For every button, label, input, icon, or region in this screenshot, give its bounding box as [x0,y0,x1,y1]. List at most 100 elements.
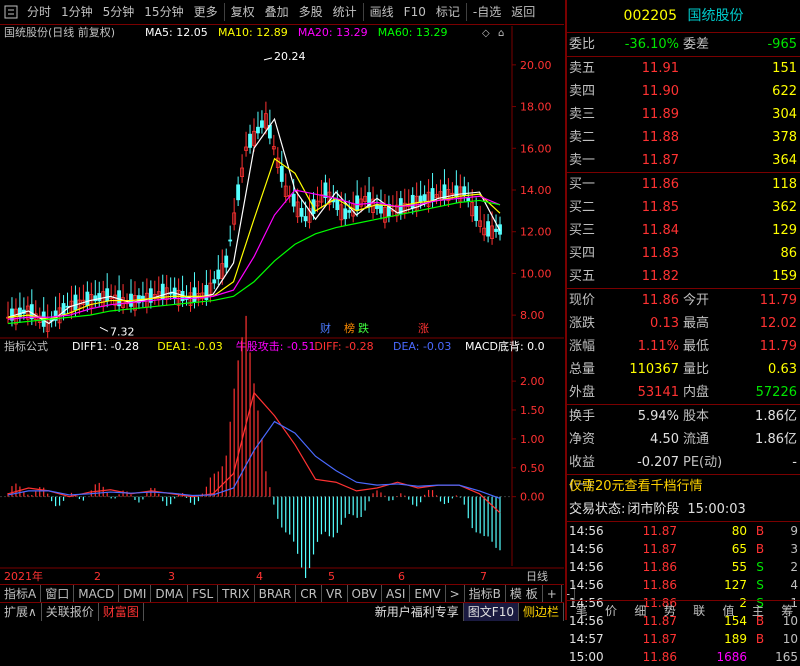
panel-nav-4[interactable]: 联 [685,601,714,620]
kline-chart-area[interactable]: 国统股份(日线 前复权) MA5: 12.05 MA10: 12.89 MA20: 1… [0,26,564,584]
tick-direction: S [756,560,764,574]
toolbar-button-13[interactable]: 返回 [506,1,540,23]
indicator-tab-12[interactable]: EMV [410,584,446,603]
order-spacer [683,242,721,265]
toolbar-button-8[interactable]: 统计 [328,1,362,23]
toolbar-button-7[interactable]: 多股 [294,1,328,23]
weicha-value: -965 [767,37,797,52]
stat-value: 4.50 [650,432,679,447]
weicha-label: 委差 [683,37,710,52]
indicator-tab-4[interactable]: DMA [151,584,189,603]
order-label: 卖一 [569,153,596,168]
stat-row: 现价 11.86 今开 11.79 [567,289,800,312]
legend-ma5: MA5: 12.05 [145,26,208,39]
promo-banner[interactable]: 仅需20元查看千档行情 [567,475,800,498]
toolbar-button-2[interactable]: 5分钟 [98,1,140,23]
panel-nav-5[interactable]: 值 [714,601,743,620]
toolbar-separator [223,3,225,21]
toolbar-button-0[interactable]: 分时 [22,1,56,23]
trade-state-row: 交易状态: 闭市阶段 15:00:03 [567,498,800,521]
menu-icon[interactable] [0,1,22,23]
panel-nav: 笔价细势联值主筹 [567,600,800,620]
candle-body [410,194,415,209]
indicator-tab-16[interactable]: + [543,584,562,603]
kline-chart[interactable]: 国统股份(日线 前复权) MA5: 12.05 MA10: 12.89 MA20: 1… [0,26,564,586]
tick-price: 11.87 [642,632,677,646]
low-label: 7.32 [110,325,135,338]
tick-list[interactable]: 14:56 11.87 80 B 9 14:56 11.87 65 B 3 14:56 11.86 55… [567,522,800,666]
toolbar-button-11[interactable]: 标记 [431,1,465,23]
indicator-tab-5[interactable]: FSL [188,584,219,603]
legend-ma60: MA60: 13.29 [378,26,448,39]
indicator-tab-6[interactable]: TRIX [218,584,255,603]
panel-nav-6[interactable]: 主 [743,601,772,620]
stat-value: 1.11% [637,339,679,354]
status-bar: 扩展∧ 关联报价 财富图 新用户福利专享 图文F10 侧边栏 [0,602,564,621]
indicator-legend-diff: DIFF: -0.28 [314,340,373,353]
toolbar-button-4[interactable]: 更多 [189,1,223,23]
indicator-tab-7[interactable]: BRAR [255,584,297,603]
stat-row: 总量 110367 量比 0.63 [567,358,800,381]
low-pointer [99,326,109,332]
stat-value: 5.94% [637,409,679,424]
sidebar-button[interactable]: 侧边栏 [519,602,564,621]
toolbar-button-5[interactable]: 复权 [226,1,260,23]
toolbar-button-12[interactable]: -自选 [468,1,506,23]
weibi-row: 委比 -36.10% 委差 -965 [567,33,800,56]
indicator-y-tick-label: 1.50 [520,404,545,417]
panel-nav-0[interactable]: 笔 [567,601,596,620]
candle-body [494,228,498,232]
x-axis-label: 4 [256,570,263,583]
candle-body [466,197,471,202]
x-axis-label: 2021年 [4,569,43,583]
candle-body [224,255,229,268]
indicator-tab-8[interactable]: CR [296,584,322,603]
candle-body [418,195,423,203]
order-row: 买二 11.85 362 [567,196,800,219]
expand-button[interactable]: 扩展∧ [0,602,42,621]
promo-link[interactable]: 新用户福利专享 [371,602,464,621]
tick-time: 15:00 [569,650,604,664]
order-volume: 304 [772,107,797,122]
indicator-tab-1[interactable]: 窗口 [41,584,75,603]
panel-nav-1[interactable]: 价 [596,601,625,620]
panel-nav-7[interactable]: 筹 [773,601,800,620]
stat-label: 外盘 [569,385,596,400]
ma-line-ma10 [7,157,501,320]
indicator-tab-0[interactable]: 指标A [0,584,42,603]
f10-button[interactable]: 图文F10 [463,602,519,621]
panel-nav-2[interactable]: 细 [626,601,655,620]
indicator-tab-9[interactable]: VR [322,584,348,603]
indicator-tab-2[interactable]: MACD [74,584,120,603]
indicator-y-tick-label: 0.50 [520,462,545,475]
y-tick-label: 16.00 [520,142,552,155]
indicator-tab-11[interactable]: ASI [382,584,411,603]
caifu-button[interactable]: 财富图 [99,602,144,621]
indicator-tab-10[interactable]: OBV [348,584,383,603]
stat-value: 11.79 [759,293,797,308]
order-label: 买三 [569,223,596,238]
indicator-tabs: 指标A 窗口 MACD DMI DMA FSL TRIX BRAR CR VR OBV ASI EMV >… [0,584,576,603]
tick-row: 14:56 11.87 80 B 9 [567,522,800,540]
candle-body [85,291,90,307]
related-quote-button[interactable]: 关联报价 [42,602,99,621]
indicator-y-tick-label: 1.00 [520,433,545,446]
order-label: 买一 [569,177,596,192]
toolbar-button-6[interactable]: 叠加 [260,1,294,23]
indicator-tab-13[interactable]: > [446,584,465,603]
candle-body [216,269,221,280]
toolbar-separator [465,3,467,21]
stat-label: PE(动) [683,455,723,470]
toolbar-button-10[interactable]: F10 [399,1,431,23]
toolbar-button-3[interactable]: 15分钟 [139,1,188,23]
panel-nav-3[interactable]: 势 [655,601,684,620]
indicator-tab-3[interactable]: DMI [119,584,152,603]
candle-body [228,239,233,242]
toolbar-button-1[interactable]: 1分钟 [56,1,98,23]
indicator-tab-15[interactable]: 模 板 [506,584,543,603]
indicator-tab-14[interactable]: 指标B [465,584,506,603]
weibi-label: 委比 [569,37,596,52]
stat-label: 现价 [569,293,596,308]
event-marker: 涨 [418,322,429,335]
toolbar-button-9[interactable]: 画线 [365,1,399,23]
